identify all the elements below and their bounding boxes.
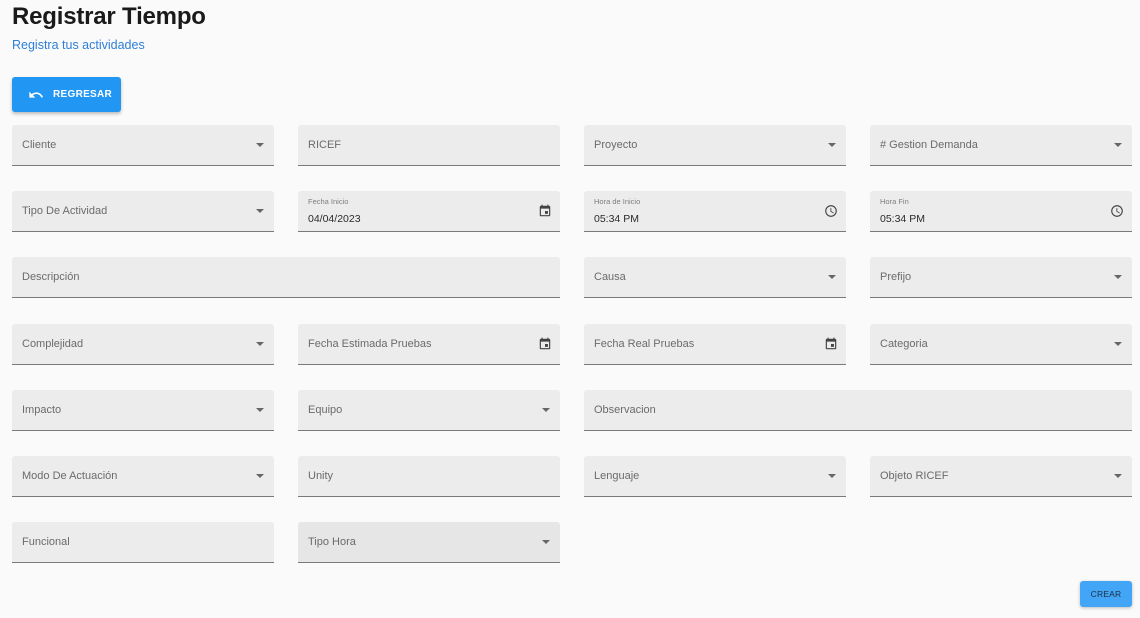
objeto-ricef-select[interactable]: Objeto RICEF [870,456,1132,497]
tipo-hora-select[interactable]: Tipo Hora [298,522,560,563]
fecha-real-pruebas-label: Fecha Real Pruebas [594,338,695,350]
modo-actuacion-label: Modo De Actuación [22,470,118,482]
complejidad-select[interactable]: Complejidad [12,324,274,365]
hora-fin-input[interactable]: Hora Fin 05:34 PM [870,191,1132,232]
page-subtitle: Registra tus actividades [12,38,145,52]
dropdown-arrow-icon [542,408,550,412]
dropdown-arrow-icon [1114,275,1122,279]
dropdown-arrow-icon [256,209,264,213]
hora-inicio-input[interactable]: Hora de Inicio 05:34 PM [584,191,846,232]
calendar-icon[interactable] [538,204,552,218]
dropdown-arrow-icon [828,275,836,279]
dropdown-arrow-icon [542,540,550,544]
observacion-label: Observacion [594,404,656,416]
prefijo-select[interactable]: Prefijo [870,257,1132,298]
page-title: Registrar Tiempo [12,3,206,30]
proyecto-select[interactable]: Proyecto [584,125,846,166]
unity-label: Unity [308,470,334,482]
lenguaje-label: Lenguaje [594,470,640,482]
tipo-actividad-label: Tipo De Actividad [22,205,108,217]
ricef-input[interactable]: RICEF [298,125,560,166]
equipo-label: Equipo [308,404,343,416]
dropdown-arrow-icon [1114,342,1122,346]
fecha-inicio-value: 04/04/2023 [308,213,361,225]
categoria-label: Categoria [880,338,928,350]
unity-input[interactable]: Unity [298,456,560,497]
impacto-select[interactable]: Impacto [12,390,274,431]
cliente-select[interactable]: Cliente [12,125,274,166]
dropdown-arrow-icon [256,408,264,412]
dropdown-arrow-icon [256,474,264,478]
hora-fin-label: Hora Fin [880,197,909,206]
gestion-demanda-select[interactable]: # Gestion Demanda [870,125,1132,166]
causa-label: Causa [594,271,626,283]
funcional-input[interactable]: Funcional [12,522,274,563]
categoria-select[interactable]: Categoria [870,324,1132,365]
equipo-select[interactable]: Equipo [298,390,560,431]
dropdown-arrow-icon [1114,143,1122,147]
cliente-label: Cliente [22,139,57,151]
lenguaje-select[interactable]: Lenguaje [584,456,846,497]
observacion-input[interactable]: Observacion [584,390,1132,431]
hora-fin-value: 05:34 PM [880,213,925,225]
dropdown-arrow-icon [256,143,264,147]
proyecto-label: Proyecto [594,139,638,151]
tipo-hora-label: Tipo Hora [308,536,356,548]
tipo-actividad-select[interactable]: Tipo De Actividad [12,191,274,232]
objeto-ricef-label: Objeto RICEF [880,470,949,482]
descripcion-label: Descripción [22,271,80,283]
calendar-icon[interactable] [538,337,552,351]
ricef-label: RICEF [308,139,341,151]
calendar-icon[interactable] [824,337,838,351]
descripcion-input[interactable]: Descripción [12,257,560,298]
modo-actuacion-select[interactable]: Modo De Actuación [12,456,274,497]
fecha-inicio-label: Fecha Inicio [308,197,349,206]
fecha-estimada-pruebas-label: Fecha Estimada Pruebas [308,338,432,350]
prefijo-label: Prefijo [880,271,912,283]
fecha-estimada-pruebas-input[interactable]: Fecha Estimada Pruebas [298,324,560,365]
create-button[interactable]: CREAR [1080,581,1132,607]
fecha-real-pruebas-input[interactable]: Fecha Real Pruebas [584,324,846,365]
hora-inicio-label: Hora de Inicio [594,197,641,206]
back-button[interactable]: REGRESAR [12,77,121,112]
dropdown-arrow-icon [1114,474,1122,478]
clock-icon[interactable] [1110,204,1124,218]
register-time-page: Registrar Tiempo Registra tus actividade… [0,0,1140,618]
dropdown-arrow-icon [256,342,264,346]
dropdown-arrow-icon [828,474,836,478]
impacto-label: Impacto [22,404,62,416]
hora-inicio-value: 05:34 PM [594,213,639,225]
dropdown-arrow-icon [828,143,836,147]
clock-icon[interactable] [824,204,838,218]
undo-icon [28,87,44,103]
gestion-demanda-label: # Gestion Demanda [880,139,978,151]
fecha-inicio-input[interactable]: Fecha Inicio 04/04/2023 [298,191,560,232]
complejidad-label: Complejidad [22,338,84,350]
funcional-label: Funcional [22,536,70,548]
back-button-label: REGRESAR [53,89,113,100]
causa-select[interactable]: Causa [584,257,846,298]
